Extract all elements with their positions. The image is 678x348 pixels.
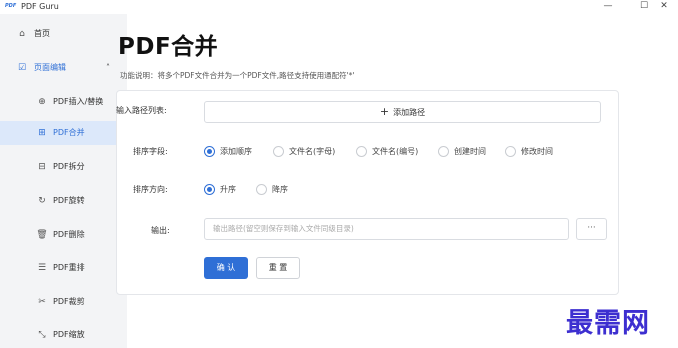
app-logo-icon: PDF xyxy=(5,3,17,9)
sort-field-radio-group: 添加顺序 文件名(字母) 文件名(编号) 创建时间 修改时间 xyxy=(204,145,584,159)
input-paths-label: 输入路径列表: xyxy=(116,106,167,115)
sidebar-item-pdf-merge[interactable]: ⊞ PDF合并 xyxy=(0,121,127,145)
delete-icon: 🗑 xyxy=(36,230,48,240)
radio-dot xyxy=(273,146,284,157)
radio-label: 升序 xyxy=(220,185,236,194)
sidebar-item-home[interactable]: ⌂ 首页 xyxy=(0,22,127,46)
sidebar-item-label: PDF裁剪 xyxy=(53,297,85,306)
radio-dot xyxy=(204,146,215,157)
sidebar: ⌂ 首页 ☑ 页面编辑 ˄ ⊕ PDF插入/替换 ⊞ PDF合并 ⊟ PDF拆分… xyxy=(0,14,127,348)
sidebar-item-pdf-reorder[interactable]: ☰ PDF重排 xyxy=(0,256,127,280)
scale-icon: ⤡ xyxy=(38,330,46,340)
sidebar-item-label: PDF旋转 xyxy=(53,196,85,205)
confirm-button[interactable]: 确 认 xyxy=(204,257,248,279)
reorder-icon: ☰ xyxy=(37,263,47,273)
output-path-input[interactable]: 输出路径(留空则保存到输入文件同级目录) xyxy=(204,218,569,240)
radio-dot xyxy=(356,146,367,157)
insert-icon: ⊕ xyxy=(38,97,46,107)
radio-label: 降序 xyxy=(272,185,288,194)
reset-button[interactable]: 重 置 xyxy=(256,257,300,279)
sidebar-item-pdf-crop[interactable]: ✂ PDF裁剪 xyxy=(0,290,127,314)
split-icon: ⊟ xyxy=(38,162,46,172)
page-title: PDF合并 xyxy=(118,34,219,60)
sidebar-item-pdf-insert[interactable]: ⊕ PDF插入/替换 xyxy=(0,90,127,114)
sidebar-item-pdf-split[interactable]: ⊟ PDF拆分 xyxy=(0,155,127,179)
merge-icon: ⊞ xyxy=(38,128,46,138)
radio-dot xyxy=(505,146,516,157)
sidebar-item-pdf-scale[interactable]: ⤡ PDF缩放 xyxy=(0,323,127,347)
sort-direction-label: 排序方向: xyxy=(133,185,168,194)
sidebar-item-pdf-delete[interactable]: 🗑 PDF删除 xyxy=(0,223,127,247)
close-button[interactable]: ✕ xyxy=(650,0,678,12)
app-title: PDF Guru xyxy=(21,2,59,11)
radio-label: 文件名(字母) xyxy=(289,147,336,156)
title-bar: PDF PDF Guru — ☐ ✕ xyxy=(0,0,678,14)
sidebar-item-label: PDF插入/替换 xyxy=(53,97,104,106)
radio-label: 添加顺序 xyxy=(220,147,252,156)
output-label: 输出: xyxy=(151,226,170,235)
plus-icon: + xyxy=(379,105,390,118)
sidebar-item-label: 首页 xyxy=(34,29,50,38)
sidebar-item-pdf-rotate[interactable]: ↻ PDF旋转 xyxy=(0,189,127,213)
radio-dot xyxy=(204,184,215,195)
chevron-up-icon[interactable]: ˄ xyxy=(106,56,110,80)
add-path-button[interactable]: + 添加路径 xyxy=(204,101,601,123)
minimize-button[interactable]: — xyxy=(594,0,622,12)
radio-label: 修改时间 xyxy=(521,147,553,156)
sidebar-item-label: PDF合并 xyxy=(53,128,85,137)
sort-field-label: 排序字段: xyxy=(133,147,168,156)
watermark-logo: 最需网 xyxy=(566,308,650,339)
sidebar-item-label: PDF缩放 xyxy=(53,330,85,339)
sidebar-item-label: PDF删除 xyxy=(53,230,85,239)
feature-description: 功能说明：将多个PDF文件合并为一个PDF文件,路径支持使用通配符'*' xyxy=(120,71,355,80)
home-icon: ⌂ xyxy=(19,29,25,39)
radio-dot xyxy=(438,146,449,157)
radio-label: 文件名(编号) xyxy=(372,147,419,156)
crop-icon: ✂ xyxy=(38,297,46,307)
sort-direction-radio-group: 升序 降序 xyxy=(204,183,324,197)
sidebar-item-label: PDF拆分 xyxy=(53,162,85,171)
add-path-label: 添加路径 xyxy=(393,108,426,117)
radio-label: 创建时间 xyxy=(454,147,486,156)
browse-button[interactable]: ··· xyxy=(576,218,607,240)
rotate-icon: ↻ xyxy=(38,196,46,206)
sidebar-item-label: PDF重排 xyxy=(53,263,85,272)
sidebar-item-page-edit[interactable]: ☑ 页面编辑 ˄ xyxy=(0,56,127,80)
radio-dot xyxy=(256,184,267,195)
edit-icon: ☑ xyxy=(17,63,27,73)
sidebar-item-label: 页面编辑 xyxy=(34,63,66,72)
